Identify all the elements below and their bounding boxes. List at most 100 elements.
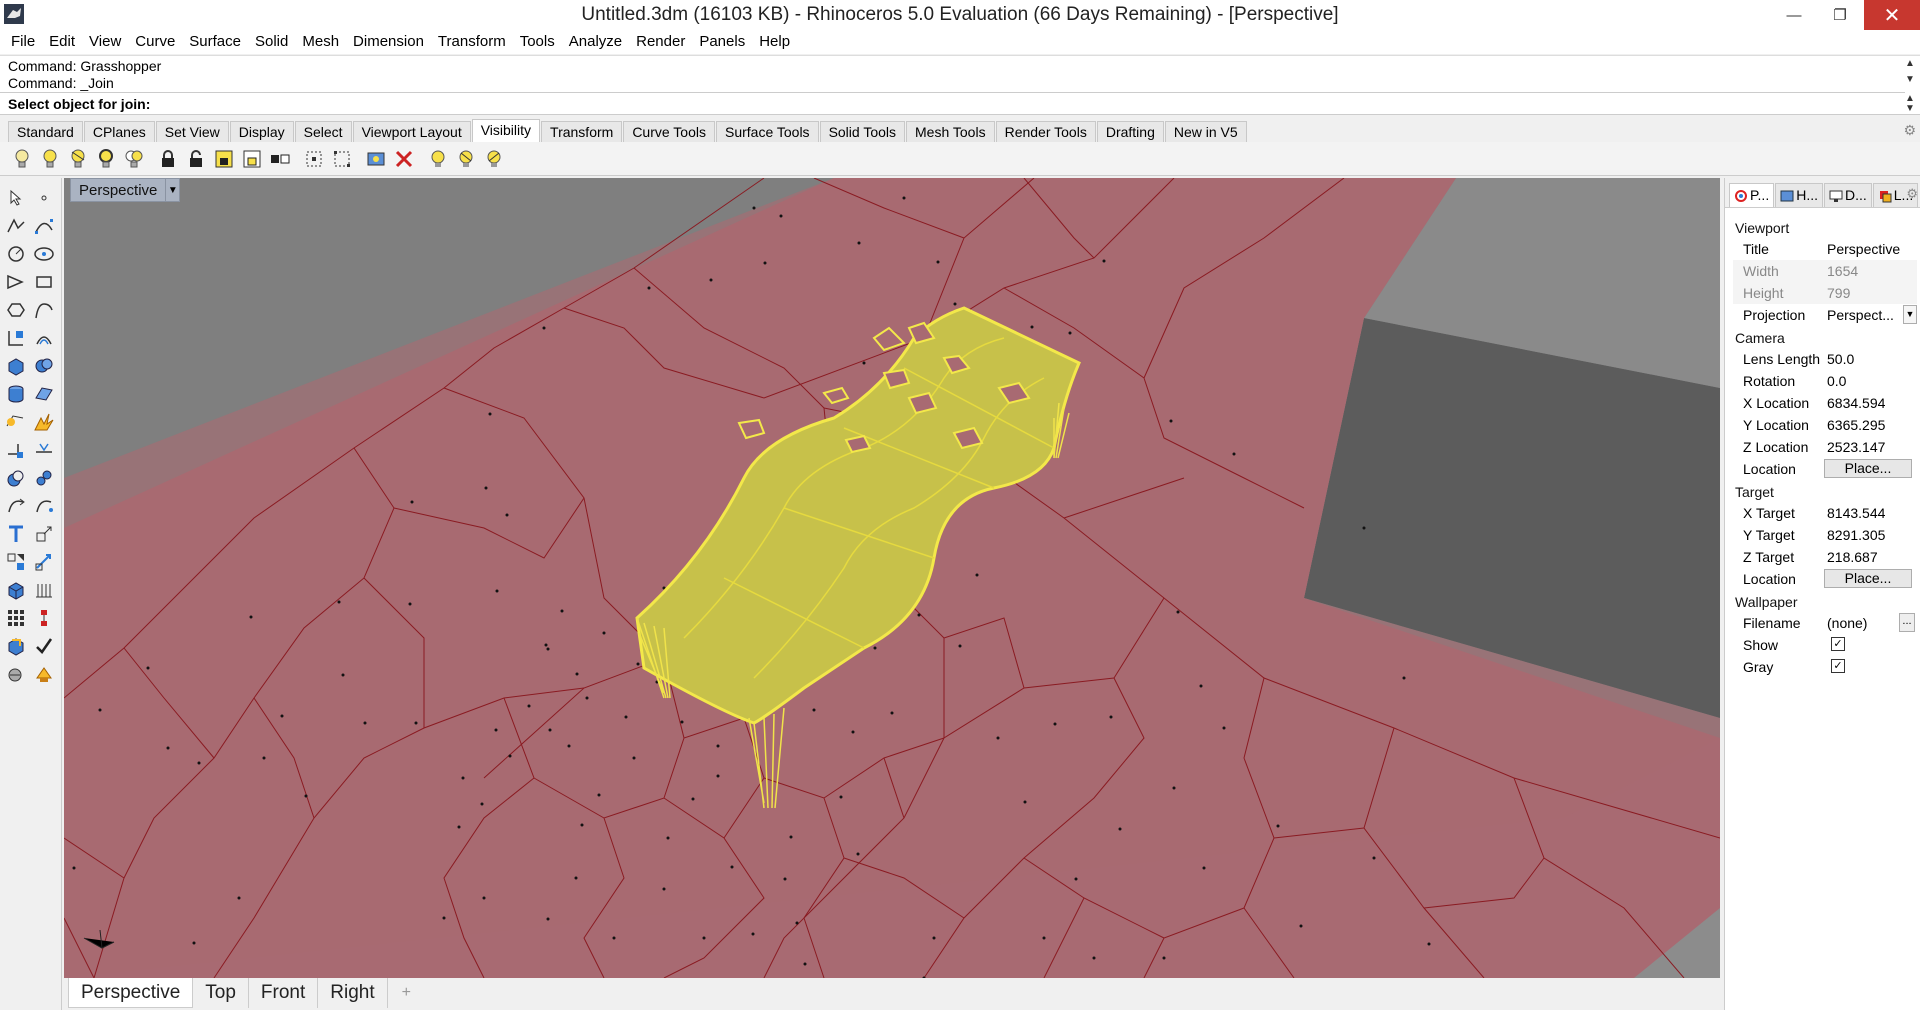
show-in-detail-icon[interactable] [364,147,388,171]
gray-checkbox[interactable]: ✓ [1831,659,1845,673]
scale-icon[interactable] [32,522,56,546]
tab-visibility[interactable]: Visibility [471,119,541,142]
select-arrow-icon[interactable] [4,186,28,210]
history-scroll-up-icon[interactable]: ▲ [1904,58,1916,69]
menu-edit[interactable]: Edit [42,30,82,54]
hide-layers-icon[interactable] [454,147,478,171]
viewport-tab-right[interactable]: Right [318,978,388,1008]
show-objects-icon[interactable] [10,147,34,171]
menu-panels[interactable]: Panels [692,30,752,54]
explode-icon[interactable] [32,410,56,434]
extend-icon[interactable] [4,438,28,462]
z-target-value[interactable]: 218.687 [1827,549,1913,565]
cylinder-icon[interactable] [4,382,28,406]
render-icon[interactable] [4,634,28,658]
z-location-value[interactable]: 2523.147 [1827,439,1913,455]
tab-curve-tools[interactable]: Curve Tools [623,121,715,142]
menu-mesh[interactable]: Mesh [295,30,346,54]
check-icon[interactable] [32,634,56,658]
maximize-button[interactable]: ❐ [1818,0,1862,30]
array-icon[interactable] [4,550,28,574]
hide-objects-icon[interactable] [38,147,62,171]
rotation-value[interactable]: 0.0 [1827,373,1913,389]
viewport-tab-front[interactable]: Front [249,978,319,1008]
circle-icon[interactable] [4,242,28,266]
viewport-scene[interactable] [64,178,1720,978]
boolean-split-icon[interactable] [32,466,56,490]
panel-tab-help[interactable]: H... [1775,183,1823,207]
viewport-tab-top[interactable]: Top [193,978,249,1008]
x-target-value[interactable]: 8143.544 [1827,505,1913,521]
group-icon[interactable] [4,578,28,602]
tab-display[interactable]: Display [229,121,294,142]
tab-render-tools[interactable]: Render Tools [995,121,1096,142]
tab-viewport-layout[interactable]: Viewport Layout [352,121,471,142]
y-location-value[interactable]: 6365.295 [1827,417,1913,433]
panel-tab-display[interactable]: D... [1823,183,1872,207]
tab-select[interactable]: Select [294,121,352,142]
point-icon[interactable] [32,186,56,210]
grid-array-icon[interactable] [4,606,28,630]
move-curve-icon[interactable] [32,494,56,518]
viewport-menu-arrow-icon[interactable]: ▼ [165,179,179,201]
paint-icon[interactable] [32,662,56,686]
lock-swap-icon[interactable] [268,147,292,171]
history-scroll-down-icon[interactable]: ▼ [1904,74,1916,85]
lock-selected-icon[interactable] [212,147,236,171]
menu-render[interactable]: Render [629,30,692,54]
offset-curve-icon[interactable] [32,326,56,350]
show-points-icon[interactable] [302,147,326,171]
lock-icon[interactable] [156,147,180,171]
tab-new-in-v5[interactable]: New in V5 [1164,121,1247,142]
hatch-icon[interactable] [32,578,56,602]
edit-points-icon[interactable] [4,410,28,434]
rebuild-icon[interactable] [4,494,28,518]
isolate-icon[interactable] [482,147,506,171]
lens-length-value[interactable]: 50.0 [1827,351,1913,367]
tab-surface-tools[interactable]: Surface Tools [715,121,819,142]
boolean-union-icon[interactable] [4,466,28,490]
minimize-button[interactable]: — [1772,0,1816,30]
show-checkbox[interactable]: ✓ [1831,637,1845,651]
polyline-icon[interactable] [4,214,28,238]
fillet-curve-icon[interactable] [4,326,28,350]
show-selected-icon[interactable] [66,147,90,171]
split-icon[interactable] [32,438,56,462]
arc-icon[interactable] [4,270,28,294]
dimension-icon[interactable] [32,550,56,574]
panel-gear-icon[interactable]: ⚙ [1906,186,1918,202]
ellipse-icon[interactable] [32,242,56,266]
menu-curve[interactable]: Curve [128,30,182,54]
tab-solid-tools[interactable]: Solid Tools [819,121,906,142]
add-viewport-tab-button[interactable]: + [388,978,425,1008]
tab-cplanes[interactable]: CPlanes [83,121,155,142]
menu-dimension[interactable]: Dimension [346,30,431,54]
sphere-icon[interactable] [32,354,56,378]
curve-cv-icon[interactable] [32,214,56,238]
hide-in-detail-icon[interactable] [392,147,416,171]
viewport-tab-perspective[interactable]: Perspective [68,978,194,1008]
hide-points-icon[interactable] [330,147,354,171]
box-icon[interactable] [4,354,28,378]
menu-solid[interactable]: Solid [248,30,295,54]
unlock-selected-icon[interactable] [240,147,264,171]
viewport-title[interactable]: Perspective [71,182,165,199]
title-value[interactable]: Perspective [1827,241,1913,257]
tab-set-view[interactable]: Set View [155,121,229,142]
close-button[interactable]: ✕ [1864,0,1920,30]
tab-drafting[interactable]: Drafting [1096,121,1164,142]
target-place-button[interactable]: Place... [1824,569,1912,588]
camera-place-button[interactable]: Place... [1824,459,1912,478]
tab-transform[interactable]: Transform [541,121,623,142]
tab-mesh-tools[interactable]: Mesh Tools [906,121,995,142]
menu-view[interactable]: View [82,30,128,54]
menu-transform[interactable]: Transform [431,30,513,54]
menu-tools[interactable]: Tools [513,30,562,54]
block-icon[interactable] [32,606,56,630]
y-target-value[interactable]: 8291.305 [1827,527,1913,543]
panel-tab-properties[interactable]: P... [1729,183,1775,207]
surface-from-curves-icon[interactable] [32,382,56,406]
menu-help[interactable]: Help [752,30,797,54]
projection-dropdown-icon[interactable]: ▼ [1903,305,1917,324]
perspective-viewport[interactable]: Perspective ▼ [64,178,1720,978]
